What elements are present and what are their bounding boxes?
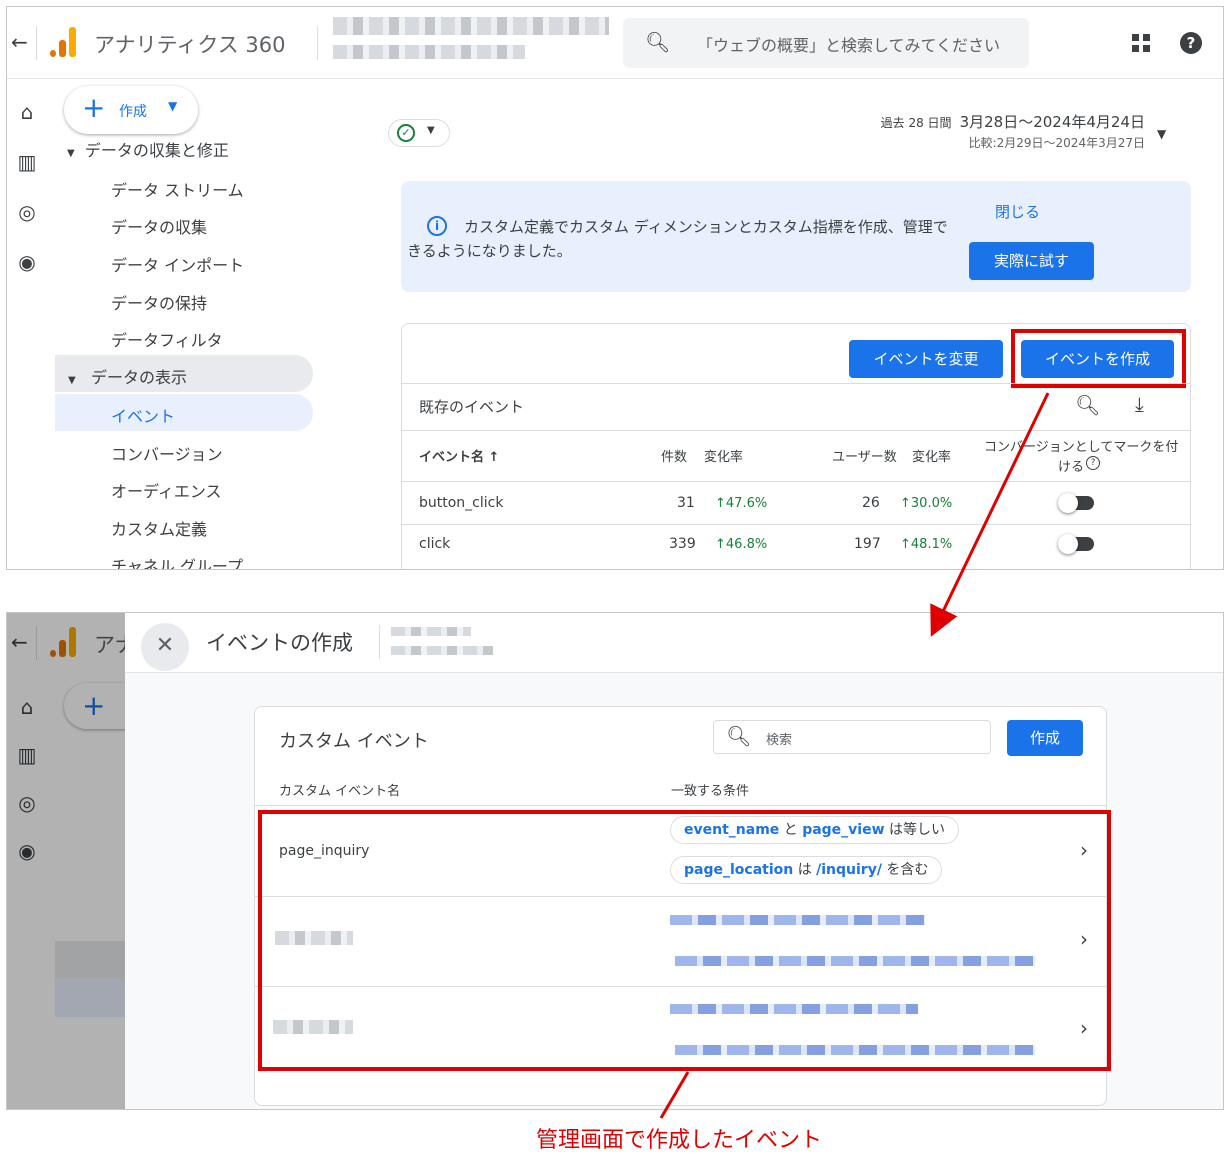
drawer-title: イベントの作成 (206, 631, 353, 655)
try-it-button[interactable]: 実際に試す (969, 242, 1094, 280)
divider (402, 430, 1190, 431)
col-custom-event-name: カスタム イベント名 (279, 784, 401, 799)
caret-down-icon[interactable]: ▼ (1157, 127, 1166, 141)
search-icon: 🔍︎ (645, 30, 671, 54)
download-icon[interactable]: ⤓ (1135, 392, 1144, 416)
event-users: 197 (854, 536, 881, 552)
col-mark-conversion: コンバージョンとしてマークを付 (984, 440, 1179, 455)
conversion-toggle[interactable] (1058, 534, 1094, 554)
analytics-logo (50, 27, 78, 57)
plus-icon: + (82, 91, 106, 124)
modify-event-button[interactable]: イベントを変更 (849, 340, 1003, 378)
nav-section-display[interactable]: ▼ データの表示 (55, 355, 313, 392)
check-circle-icon: ✓ (397, 124, 415, 142)
create-label: 作成 (119, 104, 147, 120)
highlight-box (258, 810, 1111, 1071)
col-users[interactable]: ユーザー数 (832, 446, 897, 465)
drawer-header: ✕ イベントの作成 (125, 613, 1223, 673)
col-event-name[interactable]: イベント名 ↑ (419, 446, 499, 465)
nav-item-audiences[interactable]: オーディエンス (111, 478, 222, 502)
nav-item-data-retention[interactable]: データの保持 (111, 290, 207, 314)
search-placeholder: 検索 (766, 733, 793, 748)
property-name-redacted[interactable] (333, 45, 525, 59)
divider (36, 26, 37, 60)
event-users: 26 (862, 495, 880, 511)
col-count[interactable]: 件数 (661, 446, 687, 465)
reports-icon[interactable]: ▥ (15, 150, 39, 174)
nav-item-custom-definitions[interactable]: カスタム定義 (111, 516, 207, 540)
nav-item-data-collection[interactable]: データの収集 (111, 214, 207, 238)
col-users-change[interactable]: 変化率 (912, 446, 951, 465)
divider (317, 26, 318, 60)
status-chip[interactable]: ✓ ▼ (388, 119, 450, 147)
nav-item-data-streams[interactable]: データ ストリーム (111, 177, 244, 201)
left-rail: ⌂ ▥ ◎ ◉ (7, 80, 55, 569)
close-icon[interactable]: ✕ (141, 623, 189, 671)
search-bar[interactable]: 🔍︎ 「ウェブの概要」と検索してみてください (623, 18, 1029, 68)
col-matching-conditions: 一致する条件 (671, 784, 750, 799)
banner-message: カスタム定義でカスタム ディメンションとカスタム指標を作成、管理できるようになり… (407, 218, 948, 260)
caret-down-icon: ▼ (427, 125, 435, 136)
date-range: 3月28日～2024年4月24日 (959, 113, 1145, 131)
help-icon[interactable]: ? (1180, 32, 1202, 54)
event-users-change: ↑30.0% (900, 496, 953, 511)
nav-item-channel-groups[interactable]: チャネル グループ (111, 553, 243, 569)
property-id-redacted (391, 646, 493, 655)
create-event-drawer-screenshot: ← アナ ⌂ ▥ ◎ ◉ + ✕ イベントの作成 カスタム イベント 🔍︎ 検索… (6, 612, 1224, 1110)
property-name-redacted (391, 627, 471, 636)
app-title: アナリティクス 360 (94, 33, 286, 57)
date-period-label: 過去 28 日間 (880, 116, 952, 130)
event-count-change: ↑46.8% (715, 537, 768, 552)
event-count: 31 (677, 495, 695, 511)
event-count-change: ↑47.6% (715, 496, 768, 511)
divider (379, 625, 380, 659)
nav-item-data-import[interactable]: データ インポート (111, 252, 244, 276)
nav-item-conversions[interactable]: コンバージョン (111, 441, 223, 465)
existing-events-card: イベントを変更 イベントを作成 既存のイベント 🔍︎ ⤓ イベント名 ↑ 件数 … (401, 323, 1191, 569)
events-admin-screenshot: ← アナリティクス 360 🔍︎ 「ウェブの概要」と検索してみてください ? ⌂… (6, 6, 1224, 570)
event-name: button_click (419, 495, 504, 511)
date-range-selector[interactable]: 過去 28 日間 3月28日～2024年4月24日 比較:2月29日～2024年3… (881, 111, 1145, 151)
highlight-box (1011, 329, 1186, 388)
info-banner: i カスタム定義でカスタム ディメンションとカスタム指標を作成、管理できるように… (401, 181, 1191, 292)
caret-down-icon: ▼ (168, 99, 178, 113)
existing-events-title: 既存のイベント (419, 398, 525, 416)
nav-item-events[interactable]: イベント (55, 394, 313, 431)
search-input[interactable]: 🔍︎ 検索 (713, 720, 991, 754)
back-arrow-icon[interactable]: ← (11, 30, 28, 54)
banner-close-link[interactable]: 閉じる (995, 201, 1040, 222)
event-users-change: ↑48.1% (900, 537, 953, 552)
home-icon[interactable]: ⌂ (15, 100, 39, 124)
search-placeholder: 「ウェブの概要」と検索してみてください (697, 36, 1001, 55)
divider (402, 524, 1190, 525)
help-icon[interactable]: ? (1086, 456, 1100, 470)
top-app-bar: ← アナリティクス 360 🔍︎ 「ウェブの概要」と検索してみてください ? (7, 7, 1223, 79)
divider (402, 383, 1190, 384)
col-mark-conversion-2: ける (1058, 460, 1085, 475)
search-icon: 🔍︎ (726, 724, 752, 748)
create-button[interactable]: 作成 (1007, 720, 1083, 756)
nav-item-data-filters[interactable]: データフィルタ (111, 327, 223, 351)
nav-section-collect[interactable]: ▼ データの収集と修正 (67, 137, 229, 161)
create-button[interactable]: + 作成 ▼ (64, 86, 198, 134)
event-count: 339 (669, 536, 696, 552)
card-title: カスタム イベント (279, 731, 429, 752)
modal-scrim[interactable] (7, 613, 125, 1109)
event-name: click (419, 536, 451, 552)
conversion-toggle[interactable] (1058, 493, 1094, 513)
apps-grid-icon[interactable] (1132, 34, 1150, 52)
search-icon[interactable]: 🔍︎ (1075, 393, 1100, 417)
explore-icon[interactable]: ◎ (15, 200, 39, 224)
compare-range: 比較:2月29日～2024年3月27日 (968, 136, 1145, 150)
annotation-caption: 管理画面で作成したイベント (536, 1128, 823, 1153)
col-count-change[interactable]: 変化率 (704, 446, 743, 465)
advertising-icon[interactable]: ◉ (15, 250, 39, 274)
divider (402, 481, 1190, 482)
account-name-redacted (333, 17, 609, 35)
